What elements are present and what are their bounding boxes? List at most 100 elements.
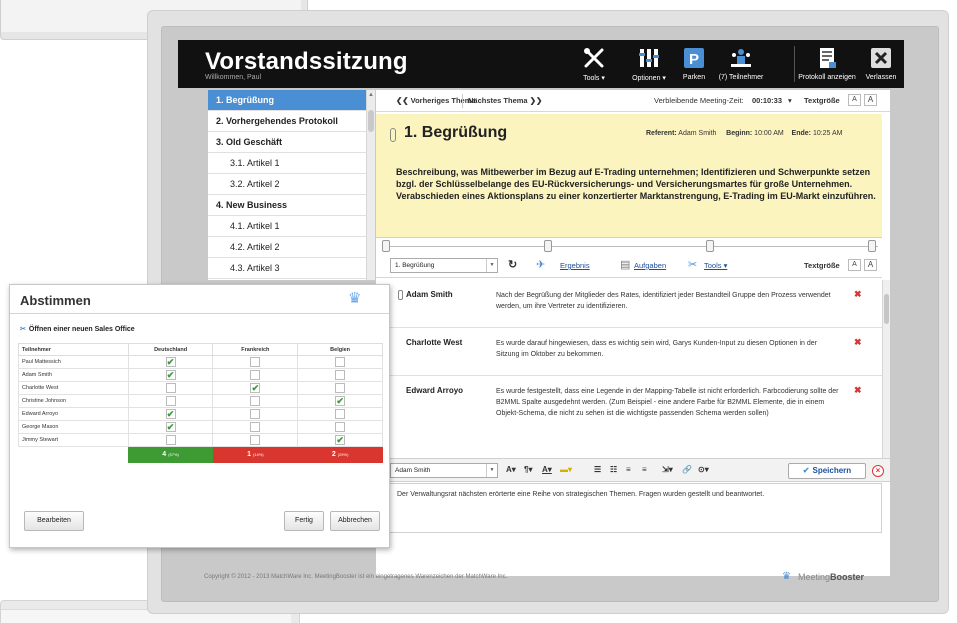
brand-name: MeetingBooster (798, 572, 865, 582)
vote-checkbox[interactable] (250, 422, 261, 432)
note-row[interactable]: Adam Smith Nach der Begrüßung der Mitgli… (376, 280, 882, 328)
main-content: ❮❮ Vorheriges Thema Nächstes Thema ❯❯ Ve… (376, 90, 890, 576)
vote-checkbox[interactable] (250, 396, 261, 406)
sidebar-scrollbar[interactable]: ▲ (366, 90, 375, 280)
leave-button[interactable]: Verlassen (862, 44, 900, 86)
paperclip-icon[interactable] (390, 128, 396, 142)
delete-note-icon[interactable]: ✖ (854, 289, 862, 300)
paperclip-icon[interactable] (398, 290, 403, 300)
meetingbooster-logo-icon: ♛ (782, 571, 791, 582)
options-menu-button[interactable]: Optionen ▾ (624, 44, 674, 86)
delete-note-icon[interactable]: ✖ (854, 385, 862, 396)
agenda-item-3-1[interactable]: 3.1. Artikel 1 (208, 153, 366, 174)
notes-scroll-thumb[interactable] (884, 294, 889, 324)
numbered-list-icon[interactable]: ☷ (610, 465, 617, 474)
vote-row: Adam Smith ✔ (18, 368, 383, 382)
vote-checkbox-checked[interactable]: ✔ (165, 370, 176, 380)
show-protocol-button[interactable]: Protokoll anzeigen (798, 44, 856, 86)
options-icon (639, 49, 659, 67)
vote-checkbox[interactable] (335, 422, 346, 432)
vote-checkbox-checked[interactable]: ✔ (335, 435, 346, 445)
format-icon[interactable]: ⇲▾ (662, 465, 673, 474)
tools-menu-button[interactable]: Tools ▾ (574, 44, 614, 86)
participants-button[interactable]: (7) Teilnehmer (714, 44, 768, 86)
settings-icon[interactable]: ⊙▾ (698, 465, 709, 474)
refresh-icon[interactable]: ↻ (508, 258, 517, 271)
previous-topic-link[interactable]: ❮❮ Vorheriges Thema (396, 96, 476, 105)
note-row[interactable]: Edward Arroyo Es wurde festgestellt, das… (376, 376, 882, 456)
vote-checkbox[interactable] (335, 357, 346, 367)
vote-checkbox[interactable] (250, 435, 261, 445)
tools-icon: ✂ (688, 259, 698, 271)
done-button[interactable]: Fertig (284, 511, 324, 531)
sidebar-scroll-thumb[interactable] (368, 110, 374, 132)
vote-checkbox-checked[interactable]: ✔ (165, 422, 176, 432)
vote-checkbox[interactable] (250, 357, 261, 367)
note-editor[interactable]: Der Verwaltungsrat nächsten erörterte ei… (376, 483, 882, 533)
vote-checkbox[interactable] (335, 409, 346, 419)
cancel-edit-icon[interactable]: × (872, 465, 884, 477)
text-size-small-button[interactable]: A (848, 259, 861, 271)
highlight-icon[interactable]: ▬▾ (560, 465, 572, 474)
agenda-item-4-2[interactable]: 4.2. Artikel 2 (208, 237, 366, 258)
tasks-link[interactable]: Aufgaben (634, 261, 666, 270)
note-row[interactable]: Charlotte West Es wurde darauf hingewies… (376, 328, 882, 376)
save-button[interactable]: ✔ Speichern (788, 463, 866, 479)
vote-checkbox[interactable] (250, 370, 261, 380)
next-topic-link[interactable]: Nächstes Thema ❯❯ (468, 96, 542, 105)
time-dropdown-icon[interactable]: ▾ (788, 96, 792, 105)
park-button[interactable]: P Parken (678, 44, 710, 86)
splitter-handle[interactable] (382, 240, 390, 252)
agenda-item-4-1[interactable]: 4.1. Artikel 1 (208, 216, 366, 237)
font-icon[interactable]: A▾ (506, 465, 516, 474)
author-select[interactable]: Adam Smith ▼ (390, 463, 498, 478)
vote-checkbox[interactable] (165, 396, 176, 406)
cancel-button[interactable]: Abbrechen (330, 511, 380, 531)
protocol-icon (820, 48, 836, 68)
agenda-item-vorhergehendes-protokoll[interactable]: 2. Vorhergehendes Protokoll (208, 111, 366, 132)
vote-checkbox-checked[interactable]: ✔ (165, 357, 176, 367)
header-divider (794, 46, 795, 82)
vote-checkbox[interactable] (165, 435, 176, 445)
tools-link[interactable]: Tools ▾ (704, 261, 727, 270)
referent-value: Adam Smith (678, 130, 717, 137)
editor-toolbar: Adam Smith ▼ A▾ ¶▾ A▾ ▬▾ ☰ ☷ ≡ ≡ ⇲▾ 🔗 ⊙▾… (376, 458, 890, 482)
splitter-handle[interactable] (868, 240, 876, 252)
paragraph-icon[interactable]: ¶▾ (524, 465, 532, 474)
result-link[interactable]: Ergebnis (560, 261, 590, 270)
indent-icon[interactable]: ≡ (642, 465, 647, 474)
text-size-small-button[interactable]: A (848, 94, 861, 106)
agenda-item-4-3[interactable]: 4.3. Artikel 3 (208, 258, 366, 279)
text-size-large-button[interactable]: A (864, 94, 877, 106)
font-color-icon[interactable]: A▾ (542, 465, 552, 474)
link-icon[interactable]: 🔗 (682, 465, 692, 474)
agenda-item-begruessung[interactable]: 1. Begrüßung (208, 90, 366, 111)
splitter-handle[interactable] (706, 240, 714, 252)
agenda-item-old-geschaeft[interactable]: 3. Old Geschäft (208, 132, 366, 153)
bullet-list-icon[interactable]: ☰ (594, 465, 601, 474)
outdent-icon[interactable]: ≡ (626, 465, 631, 474)
agenda-item-new-business[interactable]: 4. New Business (208, 195, 366, 216)
text-size-large-button[interactable]: A (864, 259, 877, 271)
vote-checkbox[interactable] (335, 370, 346, 380)
edit-button[interactable]: Bearbeiten (24, 511, 84, 531)
splitter-handle[interactable] (544, 240, 552, 252)
delete-note-icon[interactable]: ✖ (854, 337, 862, 348)
participant-name: Adam Smith (18, 368, 129, 382)
topic-select[interactable]: 1. Begrüßung ▼ (390, 258, 498, 273)
close-icon (871, 48, 891, 68)
participant-name: Charlotte West (18, 381, 129, 395)
vote-row: Edward Arroyo ✔ (18, 407, 383, 421)
notes-scrollbar[interactable] (882, 280, 890, 458)
vote-checkbox[interactable] (165, 383, 176, 393)
agenda-item-3-2[interactable]: 3.2. Artikel 2 (208, 174, 366, 195)
scroll-up-icon[interactable]: ▲ (368, 92, 374, 98)
vote-title: Abstimmen (20, 293, 91, 308)
topic-title: 1. Begrüßung (404, 124, 508, 141)
vote-checkbox-checked[interactable]: ✔ (165, 409, 176, 419)
panel-splitter[interactable] (376, 238, 882, 254)
vote-checkbox[interactable] (335, 383, 346, 393)
vote-checkbox-checked[interactable]: ✔ (335, 396, 346, 406)
vote-checkbox-checked[interactable]: ✔ (250, 383, 261, 393)
vote-checkbox[interactable] (250, 409, 261, 419)
